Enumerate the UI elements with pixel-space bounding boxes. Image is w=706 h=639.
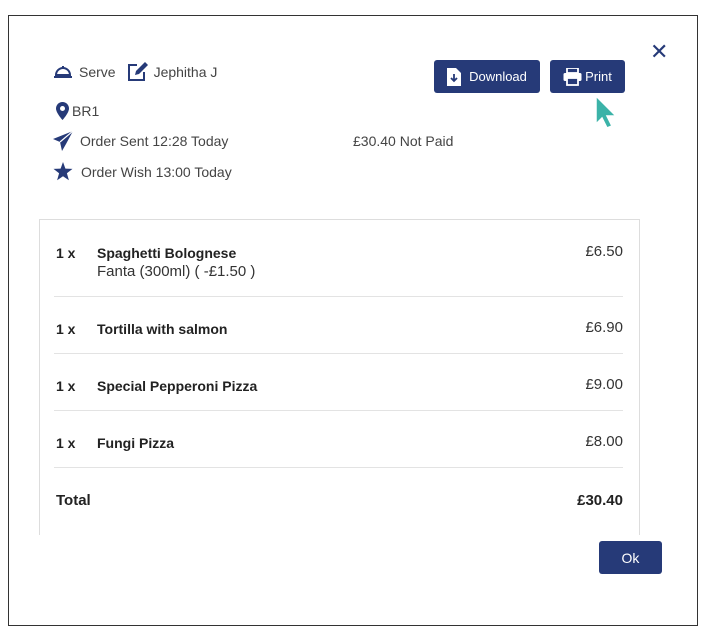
ok-label: Ok	[621, 549, 640, 566]
user-name: Jephitha J	[153, 64, 218, 80]
item-modifier: Fanta (300ml) ( -£1.50 )	[97, 263, 256, 280]
mouse-cursor-icon	[594, 94, 618, 135]
table-row[interactable]: 1 x Tortilla with salmon £6.90	[54, 297, 623, 354]
total-value: £30.40	[577, 492, 623, 509]
table-row[interactable]: 1 x Spaghetti Bolognese Fanta (300ml) ( …	[54, 220, 623, 297]
item-quantity: 1 x	[56, 435, 76, 451]
download-button[interactable]: Download	[434, 60, 540, 93]
item-price: £9.00	[585, 376, 623, 393]
item-price: £6.90	[585, 319, 623, 336]
print-button[interactable]: Print	[550, 60, 625, 93]
location-row: BR1	[56, 102, 99, 120]
ok-button[interactable]: Ok	[599, 541, 662, 574]
item-name: Special Pepperoni Pizza	[97, 378, 258, 394]
close-icon[interactable]: ✕	[650, 41, 668, 63]
service-mode-label: Serve	[79, 64, 116, 80]
item-name: Tortilla with salmon	[97, 321, 228, 337]
paper-plane-icon	[53, 131, 73, 151]
item-quantity: 1 x	[56, 321, 76, 337]
order-wish-row: Order Wish 13:00 Today	[53, 162, 232, 181]
item-price: £6.50	[585, 243, 623, 260]
download-file-icon	[447, 67, 462, 86]
item-name: Spaghetti Bolognese	[97, 245, 237, 261]
location-pin-icon	[56, 102, 69, 120]
amount-status: £30.40 Not Paid	[353, 133, 454, 149]
order-details-dialog: ✕ Serve Jephitha J BR1 Order Sent 12:28 …	[8, 15, 698, 626]
printer-icon	[563, 67, 582, 86]
serve-cloche-icon	[53, 64, 73, 80]
order-header-row: Serve Jephitha J	[53, 62, 217, 82]
item-quantity: 1 x	[56, 245, 76, 261]
order-sent-row: Order Sent 12:28 Today	[53, 131, 228, 151]
table-row[interactable]: 1 x Special Pepperoni Pizza £9.00	[54, 354, 623, 411]
order-wish-label: Order Wish 13:00 Today	[81, 163, 232, 180]
item-quantity: 1 x	[56, 378, 76, 394]
download-label: Download	[469, 69, 527, 84]
total-label: Total	[56, 492, 91, 509]
item-name: Fungi Pizza	[97, 435, 174, 451]
edit-icon[interactable]	[127, 62, 149, 82]
print-label: Print	[585, 69, 612, 84]
location-label: BR1	[72, 103, 100, 119]
order-sent-label: Order Sent 12:28 Today	[80, 133, 229, 149]
star-icon	[53, 162, 73, 181]
table-row[interactable]: 1 x Fungi Pizza £8.00	[54, 411, 623, 468]
order-items-panel: 1 x Spaghetti Bolognese Fanta (300ml) ( …	[39, 219, 640, 535]
item-price: £8.00	[585, 433, 623, 450]
